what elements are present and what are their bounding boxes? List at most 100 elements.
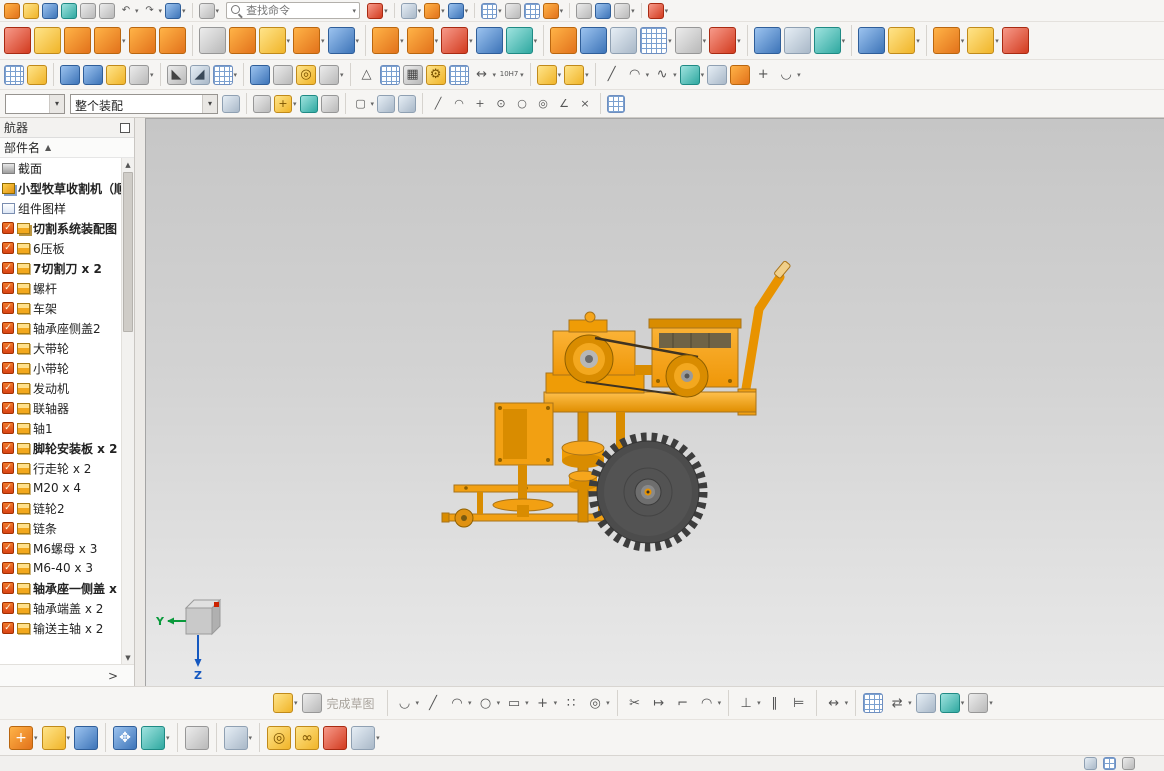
dropdown-arrow-icon[interactable]: ▾ bbox=[371, 100, 375, 108]
add-component-button[interactable]: + ▾ bbox=[8, 725, 39, 751]
window-button[interactable]: ▾ bbox=[164, 2, 187, 20]
triad-cube[interactable] bbox=[185, 607, 213, 635]
highlight-button[interactable] bbox=[252, 94, 272, 114]
dropdown-arrow-icon[interactable]: ▾ bbox=[558, 71, 562, 79]
command-search-input[interactable] bbox=[244, 3, 352, 18]
dropdown-arrow-icon[interactable]: ▾ bbox=[989, 699, 993, 707]
search-dropdown-icon[interactable]: ▾ bbox=[353, 7, 357, 15]
color-stack-button[interactable]: ▾ bbox=[536, 64, 563, 86]
visibility-checkbox[interactable]: ✓ bbox=[2, 242, 14, 254]
view-orient-button[interactable]: ▾ bbox=[423, 2, 446, 20]
dropdown-arrow-icon[interactable]: ▾ bbox=[560, 7, 564, 15]
battery-check-button[interactable] bbox=[249, 64, 271, 86]
wave-link-button[interactable] bbox=[753, 26, 782, 55]
dropdown-arrow-icon[interactable]: ▾ bbox=[294, 699, 298, 707]
visibility-checkbox[interactable]: ✓ bbox=[2, 382, 14, 394]
new-sheet-button[interactable] bbox=[3, 64, 25, 86]
snap-point-button[interactable]: ∠ bbox=[554, 94, 574, 114]
tree-item[interactable]: ✓ 轴1 bbox=[0, 418, 121, 438]
dropdown-arrow-icon[interactable]: ▾ bbox=[842, 37, 846, 45]
fastener-assembly-button[interactable] bbox=[322, 725, 348, 751]
dropdown-arrow-icon[interactable]: ▾ bbox=[525, 699, 529, 707]
dropdown-arrow-icon[interactable]: ▾ bbox=[908, 699, 912, 707]
offset-surface-button[interactable]: ▾ bbox=[505, 26, 539, 55]
make-corner-button[interactable]: ⌐ bbox=[672, 692, 694, 714]
clip-section-button[interactable]: ◢ bbox=[189, 64, 211, 86]
paste-button[interactable] bbox=[98, 2, 116, 20]
tree-item[interactable]: 组件图样 bbox=[0, 198, 121, 218]
fillet-button[interactable]: ◠ ▾ bbox=[696, 692, 723, 714]
dropdown-arrow-icon[interactable]: ▾ bbox=[418, 7, 422, 15]
dropdown-arrow-icon[interactable]: ▾ bbox=[435, 37, 439, 45]
snap-quadrant-button[interactable]: ◎ bbox=[533, 94, 553, 114]
tree-item[interactable]: ✓ 轴承座侧盖2 bbox=[0, 318, 121, 338]
quick-extend-button[interactable]: ↦ bbox=[648, 692, 670, 714]
dropdown-arrow-icon[interactable]: ▾ bbox=[376, 734, 380, 742]
pattern-component-button[interactable]: ▾ bbox=[41, 725, 72, 751]
open-button[interactable] bbox=[22, 2, 40, 20]
geometric-constraints-button[interactable]: ⊥ ▾ bbox=[735, 692, 762, 714]
dropdown-arrow-icon[interactable]: ▾ bbox=[646, 71, 650, 79]
visibility-checkbox[interactable]: ✓ bbox=[2, 442, 14, 454]
tree-item[interactable]: ✓ 大带轮 bbox=[0, 338, 121, 358]
dropdown-arrow-icon[interactable]: ▾ bbox=[465, 7, 469, 15]
pattern-curve-button[interactable]: ∷ bbox=[560, 692, 582, 714]
circle-button[interactable]: ○ ▾ bbox=[475, 692, 502, 714]
grid-button[interactable] bbox=[523, 2, 541, 20]
snap-angle-button[interactable]: × bbox=[575, 94, 595, 114]
visibility-checkbox[interactable]: ✓ bbox=[2, 542, 14, 554]
visibility-checkbox[interactable]: ✓ bbox=[2, 422, 14, 434]
visibility-checkbox[interactable]: ✓ bbox=[2, 622, 14, 634]
move-component-button[interactable]: ✥ bbox=[112, 725, 138, 751]
dimension-button[interactable]: ↔ ▾ bbox=[471, 64, 498, 86]
dropdown-arrow-icon[interactable]: ▾ bbox=[493, 71, 497, 79]
datum-plane-button[interactable] bbox=[3, 26, 32, 55]
visualization-button[interactable]: ▾ bbox=[400, 2, 423, 20]
annotation-button[interactable] bbox=[26, 64, 48, 86]
redo-button[interactable]: ↷ ▾ bbox=[141, 2, 164, 20]
list-view-button[interactable]: ▾ bbox=[212, 64, 239, 86]
expressions-button[interactable] bbox=[857, 26, 886, 55]
alert-status-button[interactable] bbox=[1083, 756, 1098, 771]
dropdown-arrow-icon[interactable]: ▾ bbox=[321, 37, 325, 45]
spline-curve-button[interactable]: ∿ ▾ bbox=[651, 64, 678, 86]
dropdown-arrow-icon[interactable]: ▾ bbox=[293, 100, 297, 108]
visibility-checkbox[interactable]: ✓ bbox=[2, 502, 14, 514]
arc-button[interactable]: ◠ ▾ bbox=[446, 692, 473, 714]
curve-on-face-button[interactable]: ◡ ▾ bbox=[775, 64, 802, 86]
dropdown-arrow-icon[interactable]: ▾ bbox=[585, 71, 589, 79]
tree-item[interactable]: ✓ M6-40 x 3 bbox=[0, 558, 121, 578]
unite-button[interactable]: ▾ bbox=[292, 26, 326, 55]
dropdown-arrow-icon[interactable]: ▾ bbox=[673, 71, 677, 79]
tree-scrollbar[interactable]: ▲ ▼ bbox=[121, 158, 134, 664]
related-select-button[interactable] bbox=[320, 94, 340, 114]
panel-resize-gutter[interactable] bbox=[135, 118, 145, 686]
customize-button[interactable]: ▾ bbox=[613, 2, 636, 20]
snap-intersection-button[interactable]: + bbox=[470, 94, 490, 114]
dropdown-arrow-icon[interactable]: ▾ bbox=[797, 71, 801, 79]
exploded-view-button[interactable]: ▾ bbox=[223, 725, 254, 751]
tree-item[interactable]: ✓ 螺杆 bbox=[0, 278, 121, 298]
filter-button[interactable] bbox=[475, 26, 504, 55]
dropdown-arrow-icon[interactable]: ▾ bbox=[34, 734, 38, 742]
tree-item[interactable]: ✓ 链轮2 bbox=[0, 498, 121, 518]
dropdown-arrow-icon[interactable]: ▾ bbox=[668, 37, 672, 45]
visibility-checkbox[interactable]: ✓ bbox=[2, 342, 14, 354]
split-body-button[interactable] bbox=[579, 26, 608, 55]
shell-button[interactable] bbox=[198, 26, 227, 55]
display-filter-button[interactable]: ▾ bbox=[318, 64, 345, 86]
tree-item[interactable]: ✓ 7切割刀 x 2 bbox=[0, 258, 121, 278]
quick-trim-button[interactable]: ✂ bbox=[624, 692, 646, 714]
gear-pair-button[interactable]: ⚙ bbox=[425, 64, 447, 86]
sketch-relations-button[interactable] bbox=[862, 692, 884, 714]
dropdown-arrow-icon[interactable]: ▾ bbox=[384, 7, 388, 15]
dropdown-arrow-icon[interactable]: ▾ bbox=[995, 37, 999, 45]
sketch-task-env-button[interactable]: ▾ bbox=[272, 692, 299, 714]
trim-sheet-button[interactable] bbox=[729, 64, 751, 86]
dropdown-arrow-icon[interactable]: ▾ bbox=[234, 71, 238, 79]
sketch-button[interactable] bbox=[33, 26, 62, 55]
rectangle-select-button[interactable]: ▢ ▾ bbox=[351, 94, 376, 114]
visibility-checkbox[interactable]: ✓ bbox=[2, 582, 14, 594]
orientation-triad[interactable]: Y Z bbox=[154, 594, 228, 682]
dropdown-arrow-icon[interactable]: ▾ bbox=[534, 37, 538, 45]
